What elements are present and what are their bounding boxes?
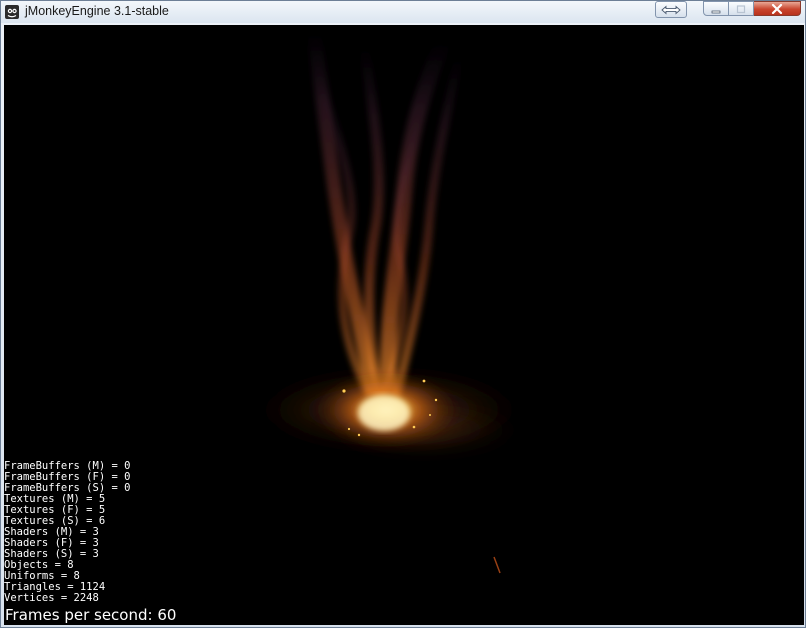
- fire-hotspot: [358, 395, 410, 431]
- render-viewport[interactable]: FrameBuffers (M) = 0 FrameBuffers (F) = …: [4, 25, 804, 625]
- caption-buttons: [703, 1, 801, 16]
- close-icon: [771, 0, 783, 18]
- maximize-button[interactable]: [729, 1, 754, 16]
- stat-vertices: Vertices = 2248: [4, 592, 99, 604]
- minimize-icon: [711, 0, 721, 18]
- close-button[interactable]: [754, 1, 801, 16]
- minimize-button[interactable]: [703, 1, 729, 16]
- app-window: jMonkeyEngine 3.1-stable FrameBuffers (M…: [0, 0, 806, 628]
- fps-counter: Frames per second: 60: [5, 606, 177, 624]
- title-bar[interactable]: jMonkeyEngine 3.1-stable: [1, 1, 805, 23]
- window-title: jMonkeyEngine 3.1-stable: [25, 4, 169, 18]
- flame-plumes: [307, 29, 464, 399]
- maximize-icon: [736, 0, 746, 18]
- resize-button[interactable]: [655, 1, 687, 18]
- resize-arrows-icon: [661, 0, 681, 19]
- jmonkeyengine-logo-icon: [4, 4, 20, 20]
- render-stats-panel: FrameBuffers (M) = 0 FrameBuffers (F) = …: [4, 461, 130, 604]
- stray-ember: [493, 556, 501, 574]
